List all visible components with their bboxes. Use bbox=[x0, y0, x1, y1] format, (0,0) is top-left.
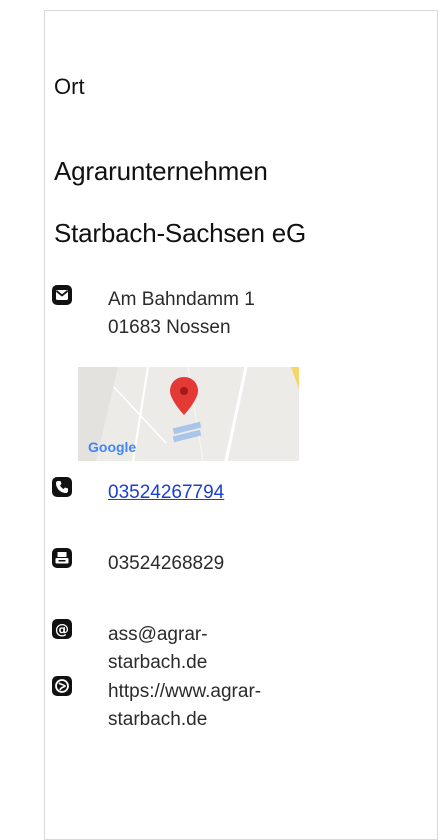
fax-number: 03524268829 bbox=[108, 553, 225, 574]
email-line1: ass@agrar- bbox=[108, 624, 208, 645]
phone: 03524267794 bbox=[108, 479, 224, 507]
address-street: Am Bahndamm 1 bbox=[108, 289, 255, 310]
phone-icon bbox=[52, 477, 72, 497]
at-icon: @ bbox=[52, 619, 72, 639]
address-city: 01683 Nossen bbox=[108, 317, 231, 338]
mail-icon bbox=[52, 285, 72, 305]
company-name-line1: Agrarunternehmen bbox=[54, 156, 268, 186]
fax-icon bbox=[52, 548, 72, 568]
section-label: Ort bbox=[54, 74, 85, 99]
website-line2: starbach.de bbox=[108, 709, 208, 730]
google-logo: Google bbox=[88, 439, 137, 455]
website[interactable]: https://www.agrar- starbach.de bbox=[108, 678, 261, 734]
phone-link[interactable]: 03524267794 bbox=[108, 482, 224, 503]
email-line2: starbach.de bbox=[108, 652, 208, 673]
address: Am Bahndamm 1 01683 Nossen bbox=[108, 286, 255, 342]
map-thumbnail[interactable]: Google bbox=[78, 367, 299, 461]
website-line1: https://www.agrar- bbox=[108, 681, 262, 702]
email[interactable]: ass@agrar- starbach.de bbox=[108, 621, 208, 677]
company-name-line2: Starbach-Sachsen eG bbox=[54, 218, 307, 248]
svg-text:@: @ bbox=[55, 622, 69, 638]
globe-icon bbox=[52, 676, 72, 696]
